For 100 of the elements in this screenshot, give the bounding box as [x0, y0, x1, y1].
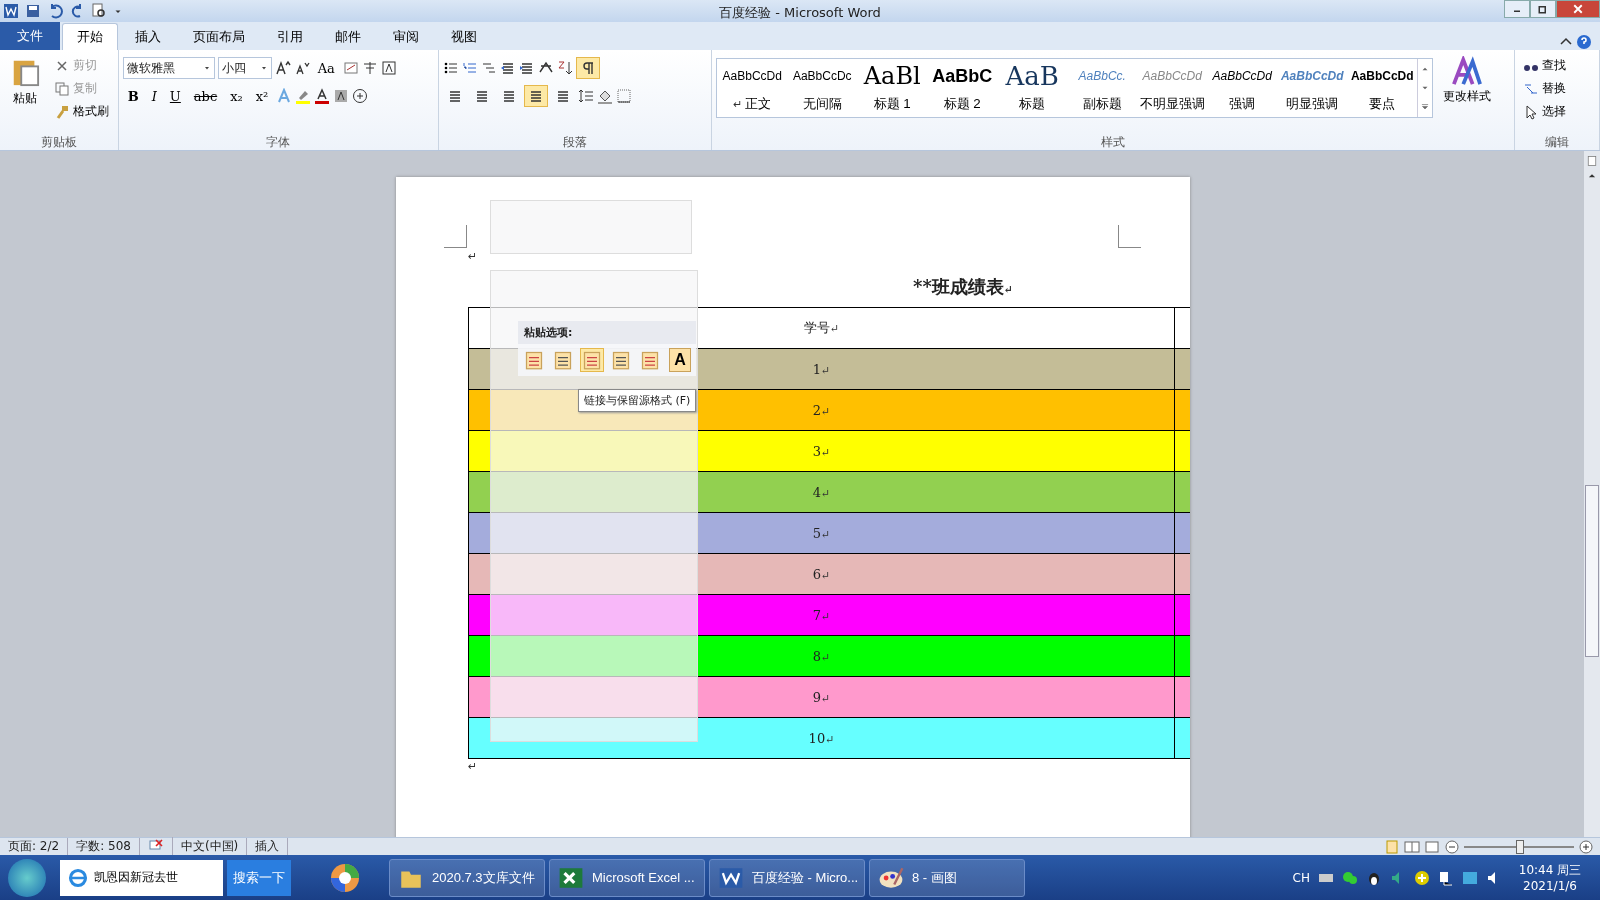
cell-mark: ↵ — [821, 609, 831, 623]
style-item[interactable]: AaBbCcDd 要点 — [1347, 59, 1418, 117]
cell-mark: ↵ — [821, 404, 831, 418]
cell-mark: ↵ — [821, 486, 831, 500]
help-icon[interactable] — [1576, 34, 1592, 50]
font-color-icon[interactable] — [314, 88, 331, 104]
dropdown-icon[interactable] — [259, 64, 268, 72]
increase-indent-icon[interactable] — [518, 60, 535, 76]
ribbon-tab[interactable]: 邮件 — [320, 23, 376, 50]
style-item[interactable]: AaBbCcDd ↵ 正文 — [717, 59, 788, 117]
grow-font-icon[interactable] — [274, 60, 291, 76]
style-item[interactable]: AaBbCcDd 不明显强调 — [1137, 59, 1208, 117]
style-item[interactable]: AaBbC 标题 2 — [927, 59, 998, 117]
format-button[interactable]: U — [164, 87, 186, 105]
zoom-in-icon[interactable] — [1578, 838, 1594, 855]
start-button[interactable] — [8, 858, 46, 897]
line-spacing-icon[interactable] — [577, 88, 594, 104]
style-item[interactable]: AaB 标题 — [997, 59, 1068, 117]
maximize-button[interactable] — [1530, 0, 1556, 18]
styles-icon[interactable] — [1452, 56, 1483, 86]
cell-mark: ↵ — [825, 732, 835, 746]
browser-icon[interactable] — [329, 861, 361, 894]
tooltip: 链接与保留源格式 (F) — [578, 389, 697, 412]
close-button[interactable] — [1556, 0, 1600, 18]
search-field[interactable]: 凯恩因新冠去世 — [60, 859, 223, 896]
style-item[interactable]: AaBbCcDd 强调 — [1207, 59, 1278, 117]
close-icon[interactable] — [1572, 3, 1584, 15]
restore-icon[interactable] — [1537, 3, 1549, 15]
paragraph-mark: ↵ — [468, 250, 478, 263]
decrease-indent-icon[interactable] — [499, 60, 516, 76]
ribbon-tab[interactable]: 插入 — [120, 23, 176, 50]
editing-button[interactable]: 替换 — [1519, 77, 1595, 100]
taskbar-button[interactable]: 2020.7.3文库文件 — [389, 858, 545, 897]
plus-icon[interactable] — [1414, 869, 1430, 886]
format-button[interactable]: x² — [250, 87, 274, 105]
input-method[interactable]: CH — [1292, 870, 1310, 885]
editing-button[interactable]: 选择 — [1519, 100, 1595, 123]
table-cell: 8 — [812, 648, 822, 664]
chat-icon[interactable] — [1342, 869, 1358, 886]
cell-mark: ↵ — [821, 650, 831, 664]
taskbar-button[interactable]: 百度经验 - Micro... — [709, 858, 865, 897]
style-item[interactable]: AaBbCc. 副标题 — [1067, 59, 1138, 117]
taskbar-button[interactable]: 8 - 画图 — [869, 858, 1025, 897]
group-label: 样式 — [1100, 134, 1127, 150]
monitor-icon[interactable] — [1462, 869, 1478, 886]
table-cell: 6 — [812, 566, 822, 582]
style-item[interactable]: AaBbCcDc 无间隔 — [787, 59, 858, 117]
table-cell: 5 — [812, 525, 822, 541]
paste-option[interactable]: A — [668, 348, 692, 372]
dropdown-icon[interactable] — [202, 64, 211, 72]
clipboard-button[interactable]: 格式刷 — [50, 100, 113, 123]
document-title: **班成绩表 — [912, 276, 1004, 297]
style-item[interactable]: AaBl 标题 1 — [857, 59, 928, 117]
font-size-field[interactable]: 小四 — [217, 57, 272, 79]
file-tab[interactable]: 文件 — [0, 21, 60, 50]
style-item[interactable]: AaBbCcDd 明显强调 — [1277, 59, 1348, 117]
cell-mark: ↵ — [821, 363, 831, 377]
paste-button[interactable]: 粘贴 — [4, 54, 46, 134]
search-button[interactable]: 搜索一下 — [227, 859, 291, 896]
paragraph-mark: ↵ — [1003, 283, 1013, 296]
bullets-icon[interactable] — [442, 60, 459, 76]
scrollbar-thumb[interactable] — [1585, 485, 1599, 657]
change-styles-button[interactable]: 更改样式 — [1437, 54, 1498, 134]
ribbon-tab[interactable]: 审阅 — [378, 23, 434, 50]
font-name-field[interactable]: 微软雅黑 — [122, 57, 215, 79]
multilevel-icon[interactable] — [480, 60, 497, 76]
format-button[interactable]: abc — [188, 87, 223, 105]
group-label: 编辑 — [1544, 134, 1571, 150]
taskbar-button[interactable]: Microsoft Excel ... — [549, 858, 705, 897]
save-icon[interactable] — [25, 3, 41, 19]
format-button[interactable]: B — [122, 87, 144, 105]
ribbon-tab[interactable]: 开始 — [62, 23, 118, 50]
border-text-icon[interactable] — [380, 60, 397, 76]
zoom-slider-thumb[interactable] — [1516, 839, 1524, 854]
sort-icon[interactable] — [556, 60, 573, 76]
format-button[interactable]: x₂ — [225, 87, 248, 105]
crop-mark — [1118, 225, 1141, 248]
group-label: 段落 — [562, 134, 589, 150]
app-icon[interactable] — [3, 3, 19, 19]
editing-button[interactable]: 查找 — [1519, 54, 1595, 77]
ribbon-tab[interactable]: 页面布局 — [178, 23, 260, 50]
table-cell: 10 — [808, 730, 826, 746]
window-title: 百度经验 - Microsoft Word — [719, 5, 881, 20]
spelling-icon[interactable] — [147, 837, 164, 853]
cell-mark: ↵ — [821, 527, 831, 541]
format-button[interactable]: I — [146, 87, 162, 105]
cell-mark: ↵ — [821, 568, 831, 582]
shrink-font-icon[interactable] — [293, 60, 310, 76]
table-cell: 1 — [812, 361, 822, 377]
ribbon-tab[interactable]: 引用 — [262, 23, 318, 50]
shading-icon[interactable] — [333, 88, 350, 104]
ribbon-tab[interactable]: 视图 — [436, 23, 492, 50]
change-case-button[interactable]: Aa — [312, 59, 340, 77]
clock-time: 10:44 周三 — [1517, 861, 1583, 878]
zoom-out-icon[interactable] — [1444, 838, 1460, 855]
reading-icon[interactable] — [1404, 838, 1420, 855]
circled-char-icon[interactable] — [352, 88, 369, 104]
borders-icon[interactable] — [615, 88, 632, 104]
paint-bucket-icon[interactable] — [596, 88, 613, 104]
print-preview-icon[interactable] — [91, 3, 107, 19]
